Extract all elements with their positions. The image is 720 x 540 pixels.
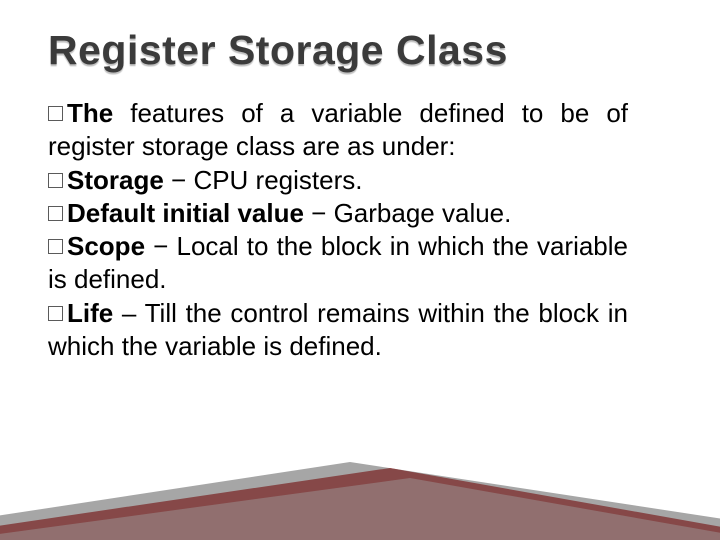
bullet-text: − CPU registers. [164,165,363,195]
body-text: The features of a variable defined to be… [48,97,628,363]
bullet-lead: Life [67,298,113,328]
bullet-intro: The features of a variable defined to be… [48,97,628,164]
bullet-lead: Scope [67,231,145,261]
bullet-text: – Till the control remains within the bl… [48,298,628,361]
bullet-lead: Storage [67,165,164,195]
square-bullet-icon [48,239,63,254]
bullet-text: features of a variable defined to be of … [48,98,628,161]
bullet-lead: Default initial value [67,198,304,228]
bullet-default: Default initial value − Garbage value. [48,197,628,230]
square-bullet-icon [48,173,63,188]
bullet-scope: Scope − Local to the block in which the … [48,230,628,297]
slide-title: Register Storage Class [48,28,672,73]
square-bullet-icon [48,306,63,321]
square-bullet-icon [48,206,63,221]
bullet-storage: Storage − CPU registers. [48,164,628,197]
decorative-wedge-icon [0,460,720,540]
bullet-text: − Garbage value. [304,198,511,228]
slide: Register Storage Class The features of a… [0,0,720,540]
square-bullet-icon [48,106,63,121]
bullet-lead: The [67,98,113,128]
bullet-life: Life – Till the control remains within t… [48,297,628,364]
